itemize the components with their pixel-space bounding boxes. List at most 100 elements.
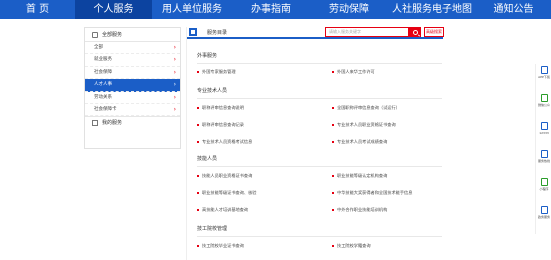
chevron-right-icon: › [173, 68, 176, 76]
bullet-icon [197, 107, 199, 109]
service-link[interactable]: 职称评审信息查询记录 [197, 122, 244, 128]
search-input[interactable]: 请输入服务关键字 [325, 27, 409, 37]
service-link[interactable]: 外国专家服务管理 [197, 69, 236, 75]
divider [197, 63, 442, 64]
bullet-icon [197, 209, 199, 211]
link-text: 职业技能等级认定机构查询 [337, 173, 388, 178]
chevron-right-icon: › [173, 81, 176, 89]
sidebar-item-all[interactable]: 全部 › [85, 42, 180, 55]
service-link[interactable]: 外国人来华工作许可 [332, 69, 375, 75]
sidebar-item-label: 社会保障卡 [94, 106, 117, 112]
search-icon [412, 29, 418, 35]
link-text: 职称评审信息查询说明 [202, 105, 244, 110]
service-catalog: 服务目录 请输入服务关键字 高级搜索 外事服务 外国专家服务管理 外国人来华工作… [186, 27, 444, 260]
bullet-icon [332, 192, 334, 194]
sidebar-item-employment[interactable]: 就业服务 › [85, 54, 180, 67]
link-text: 技能人员职业资格证书查询 [202, 173, 253, 178]
section-title: 外事服务 [197, 53, 218, 59]
sidebar-item-ss-card[interactable]: 社会保障卡 › [85, 104, 180, 117]
rightbar-label: 12333 [539, 131, 549, 135]
divider [197, 236, 442, 237]
section-foreign-affairs: 外事服务 [197, 52, 442, 61]
section-title: 技能人员 [197, 156, 218, 162]
service-link[interactable]: 中外合作职业技能培训机构 [332, 207, 387, 213]
link-text: 中外合作职业技能培训机构 [337, 207, 388, 212]
service-link[interactable]: 中华技能大奖获得者和全国技术能手信息 [332, 190, 412, 196]
nav-notices[interactable]: 通知公告 [476, 0, 551, 19]
service-link[interactable]: 技工院校毕业证书查询 [197, 243, 244, 249]
bullet-icon [197, 71, 199, 73]
bullet-icon [332, 141, 334, 143]
app-download-button[interactable]: APP下载 [538, 66, 550, 88]
nav-personal-services[interactable]: 个人服务 [75, 0, 152, 19]
sidebar-item-label: 人才人事 [94, 82, 112, 88]
service-link[interactable]: 专业技术人员资格考试信息 [197, 139, 252, 145]
sidebar-item-talent[interactable]: 人才人事 › [85, 79, 180, 92]
section-technical-schools: 技工院校管理 [197, 225, 442, 234]
sidebar-item-label: 就业服务 [94, 57, 112, 63]
nav-guide[interactable]: 办事指南 [232, 0, 310, 19]
service-link[interactable]: 职称评审信息查询说明 [197, 105, 244, 111]
rightbar-label: 小程序 [539, 187, 549, 191]
right-float-bar: APP下载 微信公众号 12333 服务热线 小程序 政务服务 [535, 64, 551, 234]
catalog-icon [189, 28, 197, 36]
sidebar-header-label: 全部服务 [102, 31, 123, 38]
bullet-icon [332, 175, 334, 177]
sidebar-item-social-security[interactable]: 社会保障 › [85, 67, 180, 80]
link-text: 全国职称评审信息查询（试运行） [337, 105, 400, 110]
bullet-icon [197, 141, 199, 143]
link-text: 专业技术人员职业资格证书查询 [337, 122, 396, 127]
service-link[interactable]: 全国职称评审信息查询（试运行） [332, 105, 400, 111]
top-nav: 首 页 个人服务 用人单位服务 办事指南 劳动保障 人社服务电子地图 通知公告 [0, 0, 551, 19]
service-link[interactable]: 高技能人才培训基地查询 [197, 207, 248, 213]
link-text: 专业技术人员资格考试信息 [202, 139, 253, 144]
service-link[interactable]: 专业技术人员职业资格证书查询 [332, 122, 396, 128]
rightbar-label: 服务热线 [538, 159, 550, 163]
sidebar-footer-label: 我的服务 [102, 119, 123, 126]
catalog-title: 服务目录 [207, 29, 228, 36]
service-link[interactable]: 技工院校学籍查询 [332, 243, 371, 249]
bullet-icon [197, 124, 199, 126]
rightbar-label: 微信公众号 [538, 103, 550, 107]
sidebar-header: 全部服务 [85, 28, 180, 42]
chevron-right-icon: › [173, 105, 176, 113]
mini-program-icon [540, 178, 548, 186]
nav-labor-security[interactable]: 劳动保障 [310, 0, 388, 19]
wechat-button[interactable]: 微信公众号 [538, 94, 550, 116]
divider [197, 166, 442, 167]
nav-employer-services[interactable]: 用人单位服务 [152, 0, 232, 19]
service-link[interactable]: 职业技能等级认定机构查询 [332, 173, 387, 179]
link-text: 高技能人才培训基地查询 [202, 207, 249, 212]
sidebar-footer-my-services[interactable]: 我的服务 [85, 116, 180, 129]
hotline-12333-button[interactable]: 12333 [538, 122, 550, 144]
service-link[interactable]: 专业技术人员考试成绩查询 [332, 139, 387, 145]
user-icon [92, 120, 98, 127]
link-text: 职称评审信息查询记录 [202, 122, 244, 127]
nav-home[interactable]: 首 页 [0, 0, 75, 19]
gov-service-button[interactable]: 政务服务 [538, 206, 550, 228]
mini-program-button[interactable]: 小程序 [538, 178, 550, 200]
bullet-icon [332, 209, 334, 211]
advanced-search-button[interactable]: 高级搜索 [424, 27, 444, 37]
wechat-icon [540, 94, 548, 102]
link-text: 外国人来华工作许可 [337, 69, 375, 74]
nav-service-map[interactable]: 人社服务电子地图 [388, 0, 476, 19]
grid-icon [92, 31, 98, 38]
service-link[interactable]: 技能人员职业资格证书查询 [197, 173, 252, 179]
bullet-icon [332, 71, 334, 73]
link-text: 技工院校学籍查询 [337, 243, 371, 248]
chevron-right-icon: › [173, 44, 176, 51]
link-text: 专业技术人员考试成绩查询 [337, 139, 388, 144]
section-professionals: 专业技术人员 [197, 87, 442, 96]
link-text: 职业技能等级证书查询、核验 [202, 190, 257, 195]
service-link[interactable]: 职业技能等级证书查询、核验 [197, 190, 256, 196]
link-text: 中华技能大奖获得者和全国技术能手信息 [337, 190, 413, 195]
sidebar-item-labor-relations[interactable]: 劳动关系 › [85, 92, 180, 104]
bullet-icon [332, 107, 334, 109]
chevron-right-icon: › [173, 93, 176, 101]
phone-call-icon [540, 150, 548, 158]
chevron-right-icon: › [173, 56, 176, 64]
section-title: 技工院校管理 [197, 226, 228, 232]
service-hotline-button[interactable]: 服务热线 [538, 150, 550, 172]
search-button[interactable] [409, 27, 421, 37]
